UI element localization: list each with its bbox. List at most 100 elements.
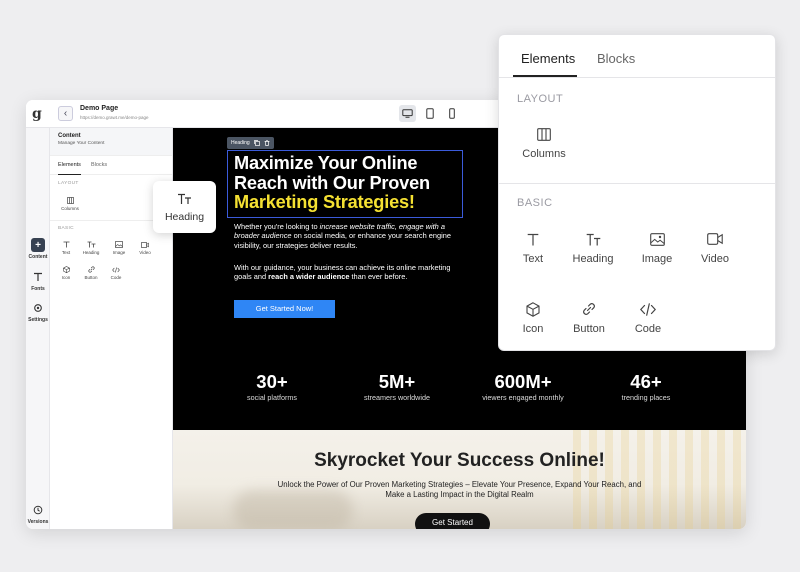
- section-divider: [499, 183, 775, 184]
- element-text[interactable]: Text: [54, 240, 78, 255]
- cta-section[interactable]: Skyrocket Your Success Online! Unlock th…: [173, 430, 746, 529]
- selected-element-toolbar[interactable]: Heading: [227, 137, 274, 149]
- text-run: Whether you're looking to: [234, 222, 320, 231]
- image-icon: [107, 240, 131, 249]
- tab-blocks[interactable]: Blocks: [597, 51, 635, 66]
- delete-icon[interactable]: [264, 140, 270, 146]
- tab-elements[interactable]: Elements: [58, 162, 81, 175]
- rail-item-label: Fonts: [31, 286, 45, 292]
- mobile-view-button[interactable]: [443, 105, 460, 122]
- elements-panel-zoom: Elements Blocks LAYOUT Columns BASIC Tex…: [498, 34, 776, 351]
- element-label: Heading: [572, 253, 614, 265]
- text-icon: [54, 240, 78, 249]
- get-started-now-button[interactable]: Get Started Now!: [234, 300, 335, 318]
- columns-icon: [514, 125, 574, 143]
- element-code[interactable]: Code: [104, 265, 128, 280]
- back-button[interactable]: ‹: [58, 106, 73, 121]
- rail-item-fonts[interactable]: Fonts: [26, 270, 50, 292]
- text-icon: [503, 230, 563, 248]
- text-run: than ever before.: [349, 272, 408, 282]
- brand-logo: g: [32, 106, 42, 122]
- stat-label: streamers worldwide: [364, 393, 430, 402]
- columns-icon: [58, 196, 82, 205]
- element-label: Code: [634, 323, 662, 335]
- stat-label: trending places: [621, 393, 671, 402]
- element-code[interactable]: Code: [618, 300, 678, 335]
- stat-label: social platforms: [247, 393, 297, 402]
- video-icon: [133, 240, 157, 249]
- video-icon: [685, 230, 745, 248]
- headline-line: Maximize Your Online: [234, 153, 418, 173]
- element-video[interactable]: Video: [685, 230, 745, 265]
- panel-title: Content: [58, 133, 81, 139]
- desktop-view-button[interactable]: [399, 105, 416, 122]
- element-label: Code: [110, 275, 122, 280]
- element-label: Text: [522, 253, 544, 265]
- stat-label: viewers engaged monthly: [482, 393, 564, 402]
- element-video[interactable]: Video: [133, 240, 157, 255]
- element-columns[interactable]: Columns: [514, 125, 574, 160]
- tablet-icon: [425, 108, 434, 119]
- code-icon: [104, 265, 128, 274]
- element-icon[interactable]: Icon: [54, 265, 78, 280]
- tab-elements[interactable]: Elements: [521, 51, 575, 66]
- element-label: Icon: [522, 323, 544, 335]
- cube-icon: [54, 265, 78, 274]
- section-text[interactable]: Unlock the Power of Our Proven Marketing…: [269, 480, 650, 500]
- active-tab-indicator: [513, 75, 577, 77]
- basic-section-label: BASIC: [58, 226, 74, 231]
- rail-item-settings[interactable]: Settings: [26, 301, 50, 323]
- headline-highlight: Marketing Strategies!: [234, 192, 415, 212]
- left-rail: + Content Fonts Settings Versions: [26, 128, 50, 529]
- element-label: Video: [139, 250, 151, 255]
- layout-section-label: LAYOUT: [517, 93, 564, 105]
- element-label: Text: [61, 250, 71, 255]
- element-image[interactable]: Image: [627, 230, 687, 265]
- drag-preview-label: Heading: [164, 211, 205, 223]
- element-label: Image: [112, 250, 126, 255]
- duplicate-icon[interactable]: [253, 140, 260, 146]
- heading-icon: [563, 230, 623, 248]
- panel-tabs: Elements Blocks: [50, 156, 172, 175]
- hero-headline[interactable]: Maximize Your Online Reach with Our Prov…: [234, 153, 464, 213]
- page-url[interactable]: https://demo.grawt.me/demo-page: [80, 115, 149, 120]
- cube-icon: [503, 300, 563, 318]
- gear-icon: [31, 301, 45, 315]
- stat-social-platforms: 30+ social platforms: [212, 372, 332, 403]
- link-icon: [559, 300, 619, 318]
- rail-item-label: Versions: [27, 519, 49, 525]
- plus-icon: +: [31, 238, 45, 252]
- rail-item-content[interactable]: + Content: [26, 238, 50, 260]
- basic-section-label: BASIC: [517, 197, 553, 209]
- text-icon: [31, 270, 45, 284]
- element-label: Image: [641, 253, 673, 265]
- element-columns[interactable]: Columns: [58, 196, 82, 211]
- element-button[interactable]: Button: [79, 265, 103, 280]
- element-label: Columns: [522, 148, 566, 160]
- element-heading[interactable]: Heading: [563, 230, 623, 265]
- heading-icon: [153, 191, 216, 207]
- heading-icon: [79, 240, 103, 249]
- element-label: Heading: [82, 250, 100, 255]
- rail-item-versions[interactable]: Versions: [26, 503, 50, 525]
- element-label: Button: [573, 323, 605, 335]
- section-title[interactable]: Skyrocket Your Success Online!: [173, 450, 746, 472]
- hero-paragraph-2[interactable]: With our guidance, your business can ach…: [234, 263, 459, 282]
- panel-subtitle: Manage Your Content: [58, 141, 105, 146]
- element-label: Video: [701, 253, 729, 265]
- element-button[interactable]: Button: [559, 300, 619, 335]
- hero-paragraph-1[interactable]: Whether you're looking to increase websi…: [234, 222, 459, 250]
- zoom-tabs: Elements Blocks: [499, 35, 775, 78]
- headline-line: Reach with Our Proven: [234, 172, 430, 193]
- element-image[interactable]: Image: [107, 240, 131, 255]
- tab-blocks[interactable]: Blocks: [91, 162, 107, 175]
- element-heading[interactable]: Heading: [79, 240, 103, 255]
- drag-preview-heading[interactable]: Heading: [153, 181, 216, 233]
- get-started-button[interactable]: Get Started: [415, 513, 490, 529]
- element-text[interactable]: Text: [503, 230, 563, 265]
- tablet-view-button[interactable]: [421, 105, 438, 122]
- stat-value: 5M+: [378, 371, 416, 392]
- element-label: Button: [84, 275, 98, 280]
- element-icon[interactable]: Icon: [503, 300, 563, 335]
- link-icon: [79, 265, 103, 274]
